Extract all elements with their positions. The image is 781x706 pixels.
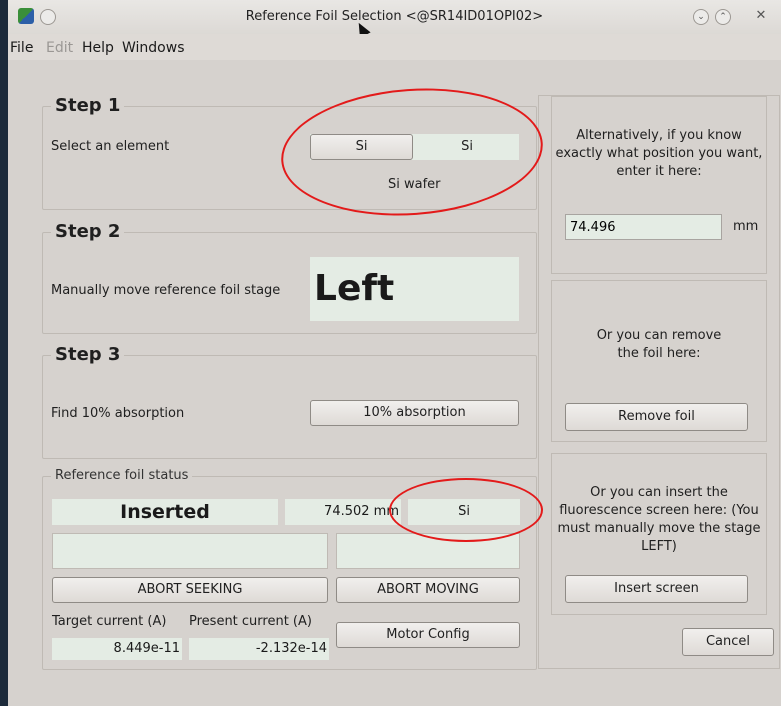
position-unit: mm: [733, 219, 759, 234]
seeking-status-display: [52, 533, 328, 569]
abort-moving-button[interactable]: ABORT MOVING: [336, 577, 520, 603]
foil-position-display: 74.502 mm: [285, 499, 401, 525]
absorption-button[interactable]: 10% absorption: [310, 400, 519, 426]
window-title: Reference Foil Selection <@SR14ID01OPI02…: [245, 9, 544, 24]
step2-group: Step 2 Manually move reference foil stag…: [42, 221, 537, 334]
foil-state-display: Inserted: [52, 499, 278, 525]
target-current-label: Target current (A): [52, 614, 167, 629]
step3-group: Step 3 Find 10% absorption 10% absorptio…: [42, 344, 537, 459]
menu-help[interactable]: Help: [82, 40, 114, 56]
abort-seeking-button[interactable]: ABORT SEEKING: [52, 577, 328, 603]
insert-screen-panel: Or you can insert the fluorescence scree…: [551, 453, 767, 615]
menu-file[interactable]: File: [10, 40, 33, 56]
step2-title: Step 2: [51, 221, 125, 242]
step1-title: Step 1: [51, 95, 125, 116]
position-entry-panel: Alternatively, if you know exactly what …: [551, 96, 767, 274]
close-icon[interactable]: ✕: [754, 9, 768, 23]
step3-title: Step 3: [51, 344, 125, 365]
reference-foil-window: Reference Foil Selection <@SR14ID01OPI02…: [8, 0, 781, 706]
insert-screen-button[interactable]: Insert screen: [565, 575, 748, 603]
right-column: Alternatively, if you know exactly what …: [538, 95, 780, 669]
insert-screen-text: Or you can insert the fluorescence scree…: [557, 485, 761, 554]
remove-foil-panel: Or you can remove the foil here: Remove …: [551, 280, 767, 442]
maximize-button[interactable]: ⌃: [715, 9, 731, 25]
step3-instruction: Find 10% absorption: [51, 406, 185, 421]
minimize-button[interactable]: ⌄: [693, 9, 709, 25]
remove-foil-text: Or you can remove the foil here:: [596, 328, 722, 361]
target-current-value: 8.449e-11: [52, 638, 182, 660]
title-bar[interactable]: Reference Foil Selection <@SR14ID01OPI02…: [8, 0, 781, 38]
position-input[interactable]: [565, 214, 722, 240]
step1-instruction: Select an element: [51, 139, 170, 154]
annotation-ellipse-status-element: [389, 478, 543, 542]
menu-edit: Edit: [46, 40, 74, 56]
present-current-value: -2.132e-14: [189, 638, 329, 660]
menu-windows[interactable]: Windows: [122, 40, 185, 56]
stage-direction-display: Left: [310, 257, 519, 321]
motor-config-button[interactable]: Motor Config: [336, 622, 520, 648]
position-entry-text: Alternatively, if you know exactly what …: [555, 128, 763, 179]
status-title: Reference foil status: [51, 468, 193, 483]
cancel-button[interactable]: Cancel: [682, 628, 774, 656]
step2-instruction: Manually move reference foil stage: [51, 283, 281, 298]
menu-bar: File Edit Help Windows: [8, 34, 781, 60]
present-current-label: Present current (A): [189, 614, 312, 629]
remove-foil-button[interactable]: Remove foil: [565, 403, 748, 431]
